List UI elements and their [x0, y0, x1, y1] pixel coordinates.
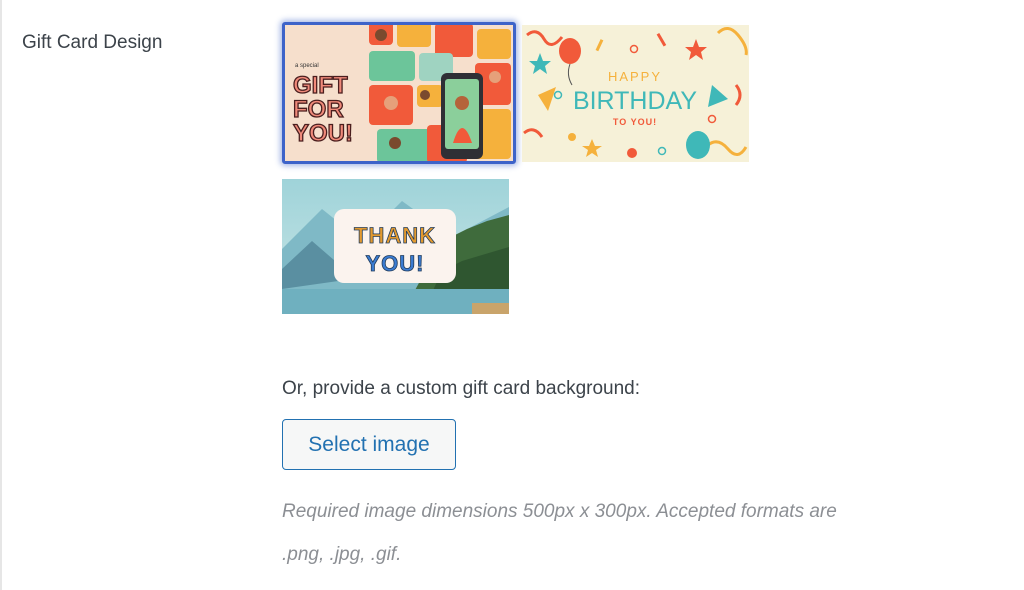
thankyou-line-2: YOU! [366, 251, 425, 276]
design-option-thank-you[interactable]: THANK YOU! [282, 179, 509, 314]
gift-line-3: YOU! [293, 120, 353, 147]
design-option-happy-birthday[interactable]: HAPPY BIRTHDAY TO YOU! [522, 25, 749, 162]
happy-birthday-image: HAPPY BIRTHDAY TO YOU! [522, 25, 749, 162]
gift-line-1: GIFT [293, 72, 348, 99]
panel-left-border [0, 0, 2, 590]
help-line-1: Required image dimensions 500px x 300px.… [282, 501, 837, 522]
image-requirements-help: Required image dimensions 500px x 300px.… [282, 490, 962, 576]
custom-background-prompt: Or, provide a custom gift card backgroun… [282, 378, 641, 399]
thankyou-line-1: THANK [354, 223, 436, 248]
gift-line-2: FOR [293, 96, 344, 123]
gift-card-design-label: Gift Card Design [22, 32, 163, 53]
gift-small-text: a special [295, 63, 319, 69]
birthday-line-2: BIRTHDAY [573, 87, 697, 115]
gift-for-you-image: a special GIFT FOR YOU! [285, 25, 513, 161]
birthday-line-3: TO YOU! [613, 117, 657, 127]
select-image-button[interactable]: Select image [282, 419, 456, 470]
design-option-gift-for-you[interactable]: a special GIFT FOR YOU! [282, 22, 516, 164]
thank-you-image: THANK YOU! [282, 179, 509, 314]
help-line-2: .png, .jpg, .gif. [282, 544, 402, 565]
birthday-line-1: HAPPY [608, 69, 662, 84]
